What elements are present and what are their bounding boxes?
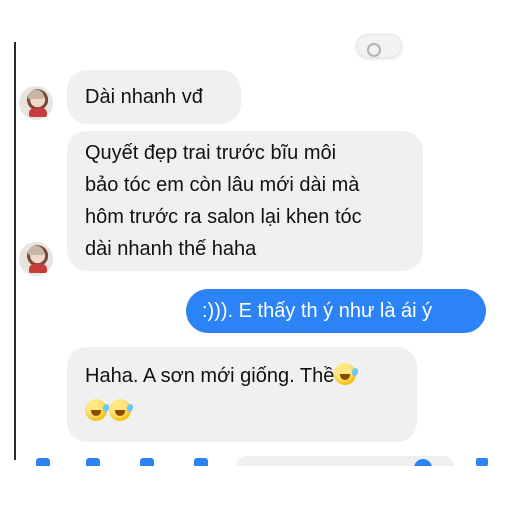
- message-text-line: Dài nhanh vđ: [85, 86, 203, 108]
- smile-reaction-icon: [367, 43, 381, 57]
- message-text-line: [85, 396, 399, 428]
- contact-avatar[interactable]: [19, 86, 53, 120]
- message-text-line: hôm trước ra salon lại khen tóc: [85, 206, 362, 228]
- message-bubble-incoming[interactable]: Dài nhanh vđ: [67, 70, 241, 124]
- like-icon[interactable]: [476, 458, 488, 466]
- rolling-on-floor-laughing-emoji: [334, 363, 357, 385]
- rolling-on-floor-laughing-emoji: [109, 399, 131, 421]
- message-bubble-incoming[interactable]: Haha. A sơn mới giống. Thề: [67, 347, 417, 442]
- avatar-shirt: [29, 108, 47, 117]
- message-text-line: bảo tóc em còn lâu mới dài mà: [85, 174, 360, 196]
- plus-icon[interactable]: [36, 458, 50, 466]
- message-reaction[interactable]: [356, 34, 402, 58]
- avatar-hat: [28, 246, 44, 255]
- camera-icon[interactable]: [86, 458, 100, 466]
- message-text-line: :))). E thấy th ý như là ái ý: [202, 300, 433, 322]
- contact-avatar[interactable]: [19, 242, 53, 276]
- image-icon[interactable]: [140, 458, 154, 466]
- message-bubble-outgoing[interactable]: :))). E thấy th ý như là ái ý: [186, 289, 486, 333]
- left-rule: [14, 42, 16, 460]
- message-text-line: Haha. A sơn mới giống. Thề: [85, 360, 399, 392]
- rolling-on-floor-laughing-emoji: [85, 399, 107, 421]
- composer-bar: [0, 452, 510, 466]
- message-text: Haha. A sơn mới giống. Thề: [85, 365, 335, 387]
- message-text-line: Quyết đẹp trai trước bĩu môi: [85, 142, 337, 164]
- avatar-shirt: [29, 264, 47, 273]
- avatar-hat: [28, 90, 44, 99]
- mic-icon[interactable]: [194, 458, 208, 466]
- message-text-line: dài nhanh thế haha: [85, 238, 257, 260]
- message-bubble-incoming[interactable]: Quyết đẹp trai trước bĩu môi bảo tóc em …: [67, 131, 423, 271]
